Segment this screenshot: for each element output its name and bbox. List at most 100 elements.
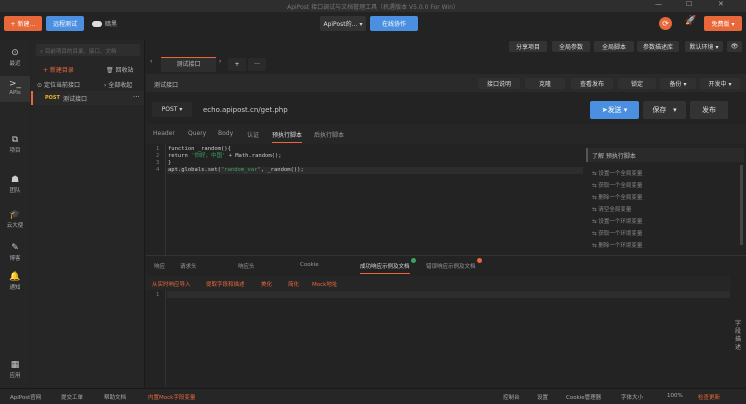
method-select[interactable]: POST ▾ xyxy=(152,102,192,117)
response-tool-4[interactable]: Mock地址 xyxy=(312,280,337,288)
bell-icon: 🔔 xyxy=(9,272,21,282)
help-item[interactable]: ⇆ 删除一个环境变量 xyxy=(592,241,642,249)
response-tab-4[interactable]: 成功响应示例及文档 xyxy=(360,262,410,274)
script-editor[interactable]: function _random(){ return '你好，中国' + Mat… xyxy=(168,146,304,174)
rail-item-team[interactable]: ☗ 团队 xyxy=(0,175,30,194)
status-left-2[interactable]: 帮助文档 xyxy=(104,393,126,401)
status-right-1[interactable]: 设置 xyxy=(537,393,548,401)
tab-test-api[interactable]: 测试接口 xyxy=(161,57,216,72)
project-icon: ⧉ xyxy=(11,135,19,145)
field-desc-toggle[interactable]: 字段描述 xyxy=(735,320,743,352)
rocket-icon[interactable]: 🚀 xyxy=(685,16,696,26)
rail-label: 云大使 xyxy=(6,223,24,229)
status-left-1[interactable]: 提交工单 xyxy=(61,393,83,401)
locate-current-button[interactable]: ⊙ 定位当前接口 xyxy=(37,80,80,89)
status-left-0[interactable]: ApiPost官网 xyxy=(10,393,41,401)
help-item-label: 设置一个环境变量 xyxy=(598,219,643,225)
sidebar-search-input[interactable]: ⌕ 目前项目的目录、接口、文档 xyxy=(36,44,140,56)
response-tab-0[interactable]: 响应 xyxy=(154,262,165,270)
rail-item-ambassador[interactable]: 🎓 云大使 xyxy=(0,210,30,229)
status-right-3[interactable]: 字体大小 xyxy=(621,393,643,401)
help-item[interactable]: ⇆ 设置一个全局变量 xyxy=(592,169,642,177)
status-right-2[interactable]: Cookie管理器 xyxy=(566,393,601,401)
dark-mode-toggle[interactable]: 暗黑 xyxy=(92,19,117,28)
status-right-0[interactable]: 控制台 xyxy=(503,393,520,401)
search-placeholder: 目前项目的目录、接口、文档 xyxy=(44,49,117,55)
help-item[interactable]: ⇆ 设置一个环境变量 xyxy=(592,217,642,225)
subtab-3[interactable]: 认证 xyxy=(247,130,259,139)
blog-icon: ✎ xyxy=(11,243,19,253)
collab-button[interactable]: 在线协作 xyxy=(370,16,418,31)
response-tool-0[interactable]: 从实时响应导入 xyxy=(152,280,191,288)
send-button[interactable]: ➤ 发送 ▾ xyxy=(590,101,639,119)
help-title[interactable]: 了解 预执行脚本 xyxy=(586,148,744,162)
tab-more-button[interactable]: ··· xyxy=(248,58,266,71)
subtab-4[interactable]: 预执行脚本 xyxy=(272,130,303,143)
eye-icon[interactable]: 👁 xyxy=(727,41,742,52)
action-button-2[interactable]: 查看发布 xyxy=(571,78,613,89)
status-right-5[interactable]: 检查更新 xyxy=(698,393,720,401)
subtab-0[interactable]: Header xyxy=(153,130,175,137)
param-library-button[interactable]: 参数描述库 xyxy=(637,41,679,52)
breadcrumb: 测试接口 xyxy=(154,82,179,89)
response-tab-2[interactable]: 响应头 xyxy=(238,262,255,270)
global-script-button[interactable]: 全局脚本 xyxy=(594,41,634,52)
project-select[interactable]: ApiPost的… ▾ xyxy=(320,16,366,31)
add-tab-button[interactable]: + xyxy=(228,58,246,71)
rail-item-terminal[interactable]: >_ APIs xyxy=(0,76,30,102)
minimize-button[interactable]: — xyxy=(655,0,662,8)
global-params-button[interactable]: 全局参数 xyxy=(552,41,590,52)
help-item-label: 删除一个环境变量 xyxy=(598,243,643,249)
action-button-4[interactable]: 备份 ▾ xyxy=(660,78,696,89)
url-input[interactable]: echo.apipost.cn/get.php xyxy=(203,106,288,114)
tab-prev-icon[interactable]: ‹ xyxy=(150,58,152,65)
response-tab-5[interactable]: 错误响应示例及文档 xyxy=(426,262,476,270)
rail-item-bell[interactable]: 🔔 通知 xyxy=(0,272,30,291)
maximize-button[interactable]: ☐ xyxy=(686,0,692,8)
response-tab-3[interactable]: Cookie xyxy=(300,262,319,268)
subtab-1[interactable]: Query xyxy=(188,130,206,137)
help-item[interactable]: ⇆ 获取一个全局变量 xyxy=(592,181,642,189)
rail-item-apps[interactable]: ▦ 应用 xyxy=(0,360,30,379)
sync-icon[interactable]: ⟳ xyxy=(659,17,672,30)
new-folder-button[interactable]: + 新建目录 xyxy=(43,65,74,74)
rail-item-blog[interactable]: ✎ 博客 xyxy=(0,243,30,262)
share-project-button[interactable]: 分享项目 xyxy=(509,41,547,52)
response-editor[interactable] xyxy=(167,291,730,298)
save-label: 保存 xyxy=(652,106,667,114)
remote-test-button[interactable]: 远程测试 xyxy=(46,16,84,31)
status-left-3[interactable]: 内置Mock字段变量 xyxy=(148,393,195,401)
help-item[interactable]: ⇆ 删除一个全局变量 xyxy=(592,193,642,201)
new-button[interactable]: + 新建… xyxy=(4,16,42,31)
rail-label: 通知 xyxy=(9,285,21,291)
close-button[interactable]: ✕ xyxy=(718,0,724,8)
response-tab-1[interactable]: 请求头 xyxy=(180,262,197,270)
status-right-4[interactable]: 100% xyxy=(667,393,683,399)
more-icon[interactable]: ··· xyxy=(133,93,140,101)
rail-item-project[interactable]: ⧉ 项目 xyxy=(0,135,30,154)
help-item[interactable]: ⇆ 清空全局变量 xyxy=(592,205,631,213)
action-button-1[interactable]: 克隆 xyxy=(525,78,565,89)
save-button[interactable]: 保存 ▾ xyxy=(643,101,686,119)
environment-select[interactable]: 默认环境 ▾ xyxy=(685,41,723,52)
help-item-label: 清空全局变量 xyxy=(598,207,632,213)
action-button-5[interactable]: 开发中 ▾ xyxy=(700,78,740,89)
response-tool-3[interactable]: 简化 xyxy=(288,280,299,288)
response-tool-2[interactable]: 美化 xyxy=(261,280,272,288)
collapse-all-button[interactable]: › 全部收起 xyxy=(104,80,132,89)
response-tool-1[interactable]: 提取字段和描述 xyxy=(206,280,245,288)
help-scrollbar[interactable] xyxy=(740,165,743,245)
rail-item-clock[interactable]: ⊙ 最近 xyxy=(0,48,30,67)
recycle-bin-button[interactable]: 🗑 回收站 xyxy=(106,65,134,74)
tree-item[interactable]: POST 测试接口 ··· xyxy=(31,91,144,105)
tab-next-icon[interactable]: › xyxy=(219,58,221,65)
toggle-label: 暗黑 xyxy=(105,21,118,28)
action-button-3[interactable]: 锁定 xyxy=(618,78,656,89)
subtab-5[interactable]: 后执行脚本 xyxy=(314,130,344,139)
help-item[interactable]: ⇆ 获取一个环境变量 xyxy=(592,229,642,237)
action-button-0[interactable]: 接口说明 xyxy=(478,78,520,89)
publish-button[interactable]: 发布 xyxy=(690,101,728,119)
subtab-2[interactable]: Body xyxy=(218,130,233,137)
window-title: ApiPost 接口调试与文档管理工具（机遇版本 V5.0.0 For Win） xyxy=(287,3,459,11)
upgrade-button[interactable]: 免费版 ▾ xyxy=(704,16,742,31)
